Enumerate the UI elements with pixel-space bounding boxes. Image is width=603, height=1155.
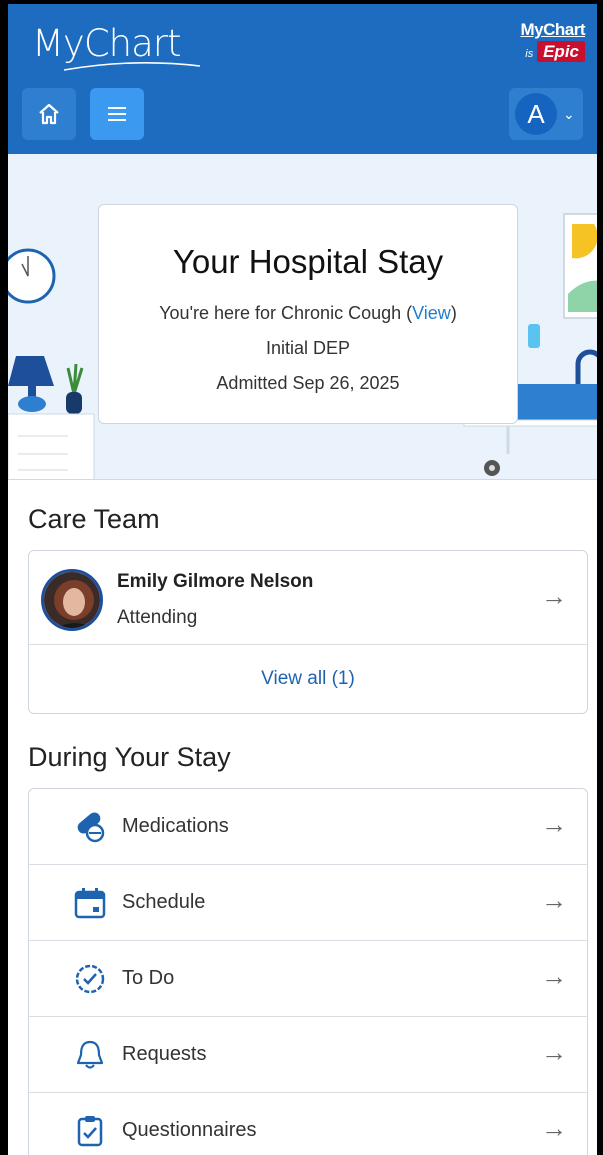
questionnaires-row[interactable]: Questionnaires → [29, 1093, 587, 1155]
chevron-down-icon: ⌄ [563, 105, 575, 122]
requests-label: Requests [122, 1043, 207, 1065]
medications-row[interactable]: Medications → [29, 789, 587, 865]
medications-label: Medications [122, 815, 229, 837]
care-team-member-row[interactable]: Emily Gilmore Nelson Attending → [29, 551, 587, 645]
schedule-label: Schedule [122, 891, 206, 913]
app-frame: MyChart MyChart is Epic A ⌄ Your Hospita… [0, 0, 603, 1155]
arrow-right-icon: → [541, 1037, 567, 1067]
account-avatar: A [515, 93, 557, 135]
care-team-member-name: Emily Gilmore Nelson [117, 571, 314, 592]
questionnaires-label: Questionnaires [122, 1119, 257, 1141]
schedule-row[interactable]: Schedule → [29, 865, 587, 941]
arrow-right-icon: → [541, 885, 567, 915]
hamburger-menu-icon [108, 107, 126, 121]
to-do-label: To Do [122, 967, 175, 989]
mychart-logo[interactable]: MyChart [32, 22, 181, 65]
to-do-row[interactable]: To Do → [29, 941, 587, 1017]
view-reason-link[interactable]: View [412, 303, 451, 323]
care-team-avatar [41, 569, 103, 631]
admitted-date: Admitted Sep 26, 2025 [216, 373, 400, 393]
account-menu-button[interactable]: A ⌄ [509, 88, 583, 140]
home-button[interactable] [22, 88, 76, 140]
arrow-right-icon: → [541, 1113, 567, 1143]
care-team-member-role: Attending [117, 607, 198, 628]
hospital-stay-title: Your Hospital Stay [172, 243, 444, 280]
hospital-stay-card: Your Hospital Stay You're here for Chron… [98, 204, 518, 424]
badge-mychart-text: MyChart [520, 20, 585, 39]
home-icon [39, 103, 59, 125]
clock-check-icon [75, 964, 105, 994]
care-team-heading: Care Team [28, 504, 160, 534]
menu-button[interactable] [90, 88, 144, 140]
during-your-stay-heading: During Your Stay [28, 742, 231, 772]
provider-photo-icon [44, 572, 100, 628]
logo-swoosh-icon [63, 62, 201, 71]
during-your-stay-card: Medications → Schedule → To Do → Request… [28, 788, 588, 1155]
care-team-card: Emily Gilmore Nelson Attending → View al… [28, 550, 588, 714]
badge-epic-line: is Epic [495, 41, 585, 62]
clipboard-check-icon [77, 1116, 103, 1147]
top-header: MyChart MyChart is Epic A ⌄ [8, 4, 597, 154]
arrow-right-icon: → [541, 961, 567, 991]
bell-icon [76, 1040, 104, 1069]
admission-reason-suffix: ) [450, 303, 457, 323]
mychart-epic-badge: MyChart is Epic [495, 20, 586, 76]
requests-row[interactable]: Requests → [29, 1017, 587, 1093]
admission-reason-prefix: You're here for Chronic Cough ( [159, 303, 413, 323]
arrow-right-icon: → [541, 581, 567, 611]
pill-icon [77, 812, 105, 843]
unit-name: Initial DEP [265, 338, 351, 358]
hospital-stay-banner: Your Hospital Stay You're here for Chron… [8, 154, 597, 480]
view-all-care-team-link[interactable]: View all (1) [29, 645, 587, 713]
admission-reason: You're here for Chronic Cough (View) [99, 303, 517, 324]
calendar-icon [74, 888, 106, 919]
badge-epic-text: Epic [537, 41, 585, 62]
arrow-right-icon: → [541, 809, 567, 839]
badge-is-text: is [525, 48, 534, 60]
